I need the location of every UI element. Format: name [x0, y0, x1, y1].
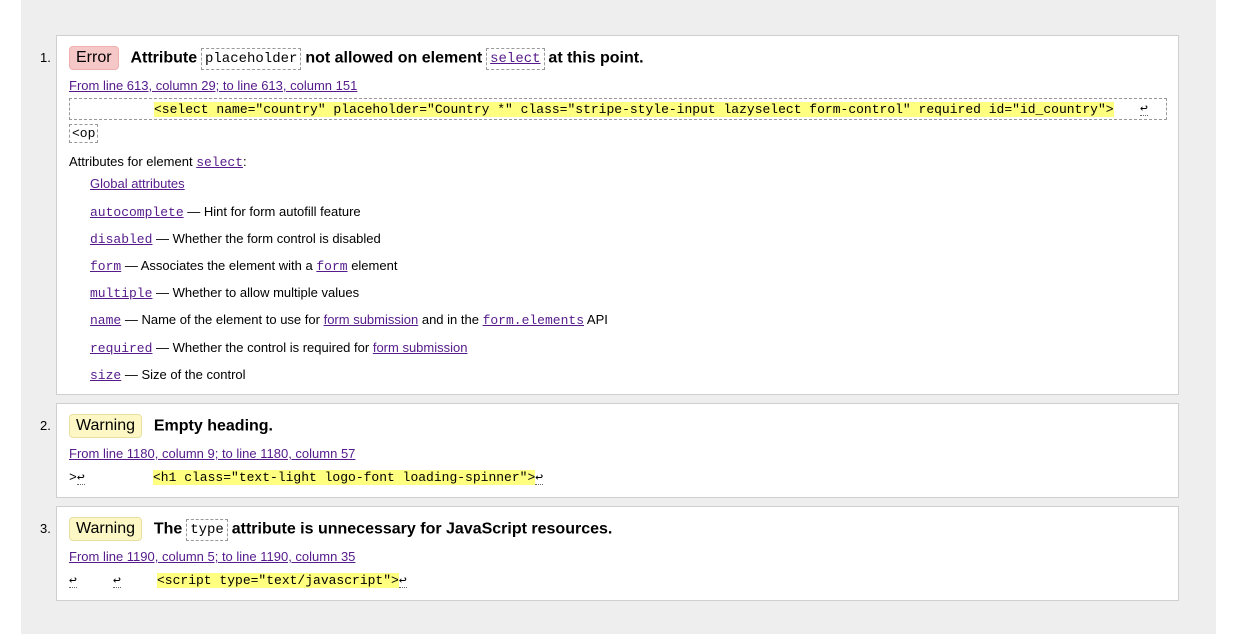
global-attributes-link[interactable]: Global attributes: [90, 176, 185, 191]
attribute-link[interactable]: required: [90, 341, 152, 356]
message-title-row: Warning Empty heading.: [69, 414, 273, 438]
return-glyph: ↩: [1140, 101, 1148, 116]
title-text: Empty heading.: [153, 417, 273, 435]
title-text: The: [153, 520, 183, 538]
extract-prefix: >: [69, 470, 77, 485]
warning-badge: Warning: [69, 414, 142, 438]
source-extract: <select name="country" placeholder="Coun…: [69, 98, 1167, 120]
attribute-link[interactable]: disabled: [90, 232, 152, 247]
message-number: 1.: [40, 50, 51, 65]
title-text: not allowed on element: [305, 49, 483, 67]
title-text: attribute is unnecessary for JavaScript …: [231, 520, 613, 538]
extract-highlight: <h1 class="text-light logo-font loading-…: [153, 470, 536, 485]
warning-message-card: Warning Empty heading. From line 1180, c…: [56, 403, 1179, 498]
source-location-link[interactable]: From line 1180, column 9; to line 1180, …: [69, 446, 355, 461]
warning-badge: Warning: [69, 517, 142, 541]
extract-highlight: <select name="country" placeholder="Coun…: [154, 102, 1114, 117]
return-glyph: ↩: [113, 573, 121, 588]
error-badge: Error: [69, 46, 119, 70]
attribute-item: size — Size of the control: [90, 367, 246, 383]
message-title-row: Warning The type attribute is unnecessar…: [69, 517, 612, 541]
attribute-item: form — Associates the element with a for…: [90, 258, 398, 274]
attribute-link[interactable]: autocomplete: [90, 205, 184, 220]
source-extract: >↩: [69, 470, 85, 485]
warning-message-card: Warning The type attribute is unnecessar…: [56, 506, 1179, 601]
form-elements-link[interactable]: form.elements: [483, 313, 584, 328]
form-submission-link[interactable]: form submission: [373, 340, 468, 355]
return-glyph: ↩: [535, 470, 544, 485]
return-glyph: ↩: [76, 470, 85, 485]
error-message-card: Error Attribute placeholder not allowed …: [56, 35, 1179, 395]
return-glyph: ↩: [69, 573, 77, 588]
attribute-code: placeholder: [201, 48, 302, 70]
source-extract: ↩: [69, 573, 77, 588]
attribute-item: disabled — Whether the form control is d…: [90, 231, 381, 247]
attribute-link[interactable]: form: [90, 259, 121, 274]
source-location-link[interactable]: From line 613, column 29; to line 613, c…: [69, 78, 357, 93]
return-glyph: ↩: [398, 573, 407, 588]
element-link[interactable]: select: [196, 155, 243, 170]
title-text: at this point.: [548, 49, 644, 67]
attribute-item: required — Whether the control is requir…: [90, 340, 468, 356]
extract-highlight: <script type="text/javascript">: [157, 573, 399, 588]
attribute-link[interactable]: name: [90, 313, 121, 328]
title-text: Attribute: [130, 49, 198, 67]
attribute-link[interactable]: multiple: [90, 286, 152, 301]
attribute-item: name — Name of the element to use for fo…: [90, 312, 608, 328]
form-submission-link[interactable]: form submission: [324, 312, 419, 327]
message-number: 3.: [40, 521, 51, 536]
extract-tail: <op: [69, 124, 99, 143]
attributes-intro: Attributes for element select:: [69, 154, 247, 170]
message-title-row: Error Attribute placeholder not allowed …: [69, 46, 644, 70]
attribute-item: multiple — Whether to allow multiple val…: [90, 285, 360, 301]
attribute-code: type: [186, 519, 228, 541]
source-location-link[interactable]: From line 1190, column 5; to line 1190, …: [69, 549, 355, 564]
element-link[interactable]: form: [316, 259, 347, 274]
attribute-link[interactable]: size: [90, 368, 121, 383]
attribute-item: autocomplete — Hint for form autofill fe…: [90, 204, 361, 220]
message-number: 2.: [40, 418, 51, 433]
element-link[interactable]: select: [486, 48, 545, 70]
